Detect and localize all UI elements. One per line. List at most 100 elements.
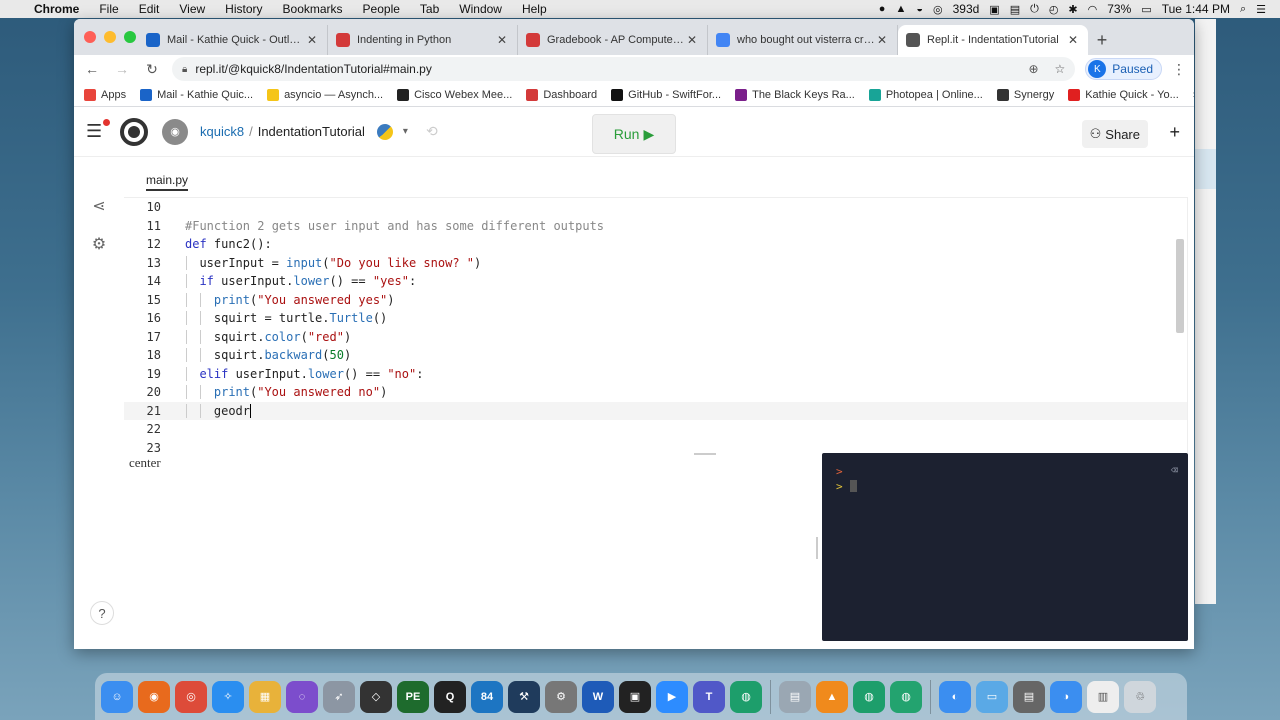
close-tab-icon[interactable]: ✕ [305, 33, 319, 47]
screenshot-icon[interactable]: ▣ [619, 680, 651, 713]
chevron-down-icon[interactable]: ▾ [403, 126, 408, 137]
code-text[interactable]: geodr [185, 403, 251, 418]
pe-app-icon[interactable]: PE [397, 680, 429, 713]
spotlight-search-icon[interactable]: ⌕ [1240, 3, 1246, 16]
back-arrow-icon[interactable]: ← [82, 61, 102, 77]
bookmarks-overflow-icon[interactable]: » [1193, 89, 1194, 101]
battery-icon[interactable]: ▭ [1141, 3, 1151, 16]
browser-tab[interactable]: Repl.it - IndentationTutorial ✕ [898, 25, 1088, 55]
calculator-84-icon[interactable]: 84 [471, 680, 503, 713]
web-app-icon[interactable]: ◍ [853, 680, 885, 713]
browser-tab[interactable]: Gradebook - AP Computer Scie...✕ [518, 25, 708, 55]
system-preferences-icon[interactable]: ⚙ [545, 680, 577, 713]
close-tab-icon[interactable]: ✕ [875, 33, 889, 47]
code-line[interactable]: 22 [124, 420, 1187, 439]
close-window-button[interactable] [84, 31, 96, 43]
sync-icon[interactable]: ◎ [933, 3, 943, 16]
folder-dark-icon[interactable]: ▤ [1013, 680, 1045, 713]
zoom-icon[interactable]: ⊕ [1028, 62, 1038, 76]
trash-icon[interactable]: ♲ [1124, 680, 1156, 713]
code-text[interactable]: userInput = input("Do you like snow? ") [185, 255, 481, 270]
zoom-window-button[interactable] [124, 31, 136, 43]
pane-resize-handle[interactable] [816, 537, 818, 559]
wifi-icon[interactable]: ◠ [1088, 3, 1098, 16]
globe-icon[interactable]: ◐ [939, 680, 971, 713]
siri-icon[interactable]: ◌ [286, 680, 318, 713]
code-line[interactable]: 17 squirt.color("red") [124, 328, 1187, 347]
bookmark-item[interactable]: Cisco Webex Mee... [397, 88, 512, 101]
xcode-icon[interactable]: ⚒ [508, 680, 540, 713]
bookmark-item[interactable]: asyncio — Asynch... [267, 88, 383, 101]
bookmark-item[interactable]: Photopea | Online... [868, 88, 983, 101]
code-editor[interactable]: 10 11 #Function 2 gets user input and has … [124, 197, 1188, 453]
vlc-icon[interactable]: ▲ [895, 3, 906, 15]
folder-icon[interactable]: ▭ [976, 680, 1008, 713]
word-icon[interactable]: W [582, 680, 614, 713]
record-icon[interactable]: ● [879, 3, 886, 15]
editor-scrollbar[interactable] [1176, 239, 1184, 333]
code-line[interactable]: 12 def func2(): [124, 235, 1187, 254]
code-line[interactable]: 13 userInput = input("Do you like snow? "… [124, 254, 1187, 273]
file-tab-main-py[interactable]: main.py [146, 173, 189, 191]
drive-icon[interactable]: ◒ [916, 3, 923, 15]
url-text[interactable]: repl.it/@kquick8/IndentationTutorial#mai… [195, 62, 432, 76]
reload-icon[interactable]: ↻ [142, 61, 162, 78]
code-text[interactable]: elif userInput.lower() == "no": [185, 366, 423, 381]
notification-center-icon[interactable]: ☰ [1256, 3, 1266, 16]
user-avatar[interactable]: ◉ [162, 118, 188, 145]
screen-icon[interactable]: ▣ [989, 3, 999, 16]
minimize-window-button[interactable] [104, 31, 116, 43]
code-line[interactable]: 16 squirt = turtle.Turtle() [124, 309, 1187, 328]
badge-count[interactable]: 393d [953, 2, 980, 16]
hamburger-menu-icon[interactable]: ☰ [86, 119, 110, 142]
teams-icon[interactable]: T [693, 680, 725, 713]
close-tab-icon[interactable]: ✕ [1066, 33, 1080, 47]
quicktime-icon[interactable]: Q [434, 680, 466, 713]
web-app-search-icon[interactable]: ◍ [890, 680, 922, 713]
app-menu[interactable]: Chrome [30, 2, 89, 16]
menu-file[interactable]: File [89, 2, 128, 16]
chrome-icon[interactable]: ◎ [175, 680, 207, 713]
code-line[interactable]: 21 geodr [124, 401, 1187, 420]
bookmark-item[interactable]: Kathie Quick - Yo... [1068, 88, 1179, 101]
code-line[interactable]: 19 elif userInput.lower() == "no": [124, 365, 1187, 384]
bookmark-item[interactable]: Dashboard [526, 88, 597, 101]
bookmark-item[interactable]: The Black Keys Ra... [735, 88, 855, 101]
python-icon[interactable] [376, 123, 393, 140]
rocket-icon[interactable]: ➶ [323, 680, 355, 713]
address-bar[interactable]: 🔒︎ repl.it/@kquick8/IndentationTutorial#… [172, 57, 1076, 81]
close-tab-icon[interactable]: ✕ [685, 33, 699, 47]
menu-people[interactable]: People [353, 2, 410, 16]
code-text[interactable]: if userInput.lower() == "yes": [185, 274, 416, 289]
replit-logo[interactable] [120, 117, 148, 146]
code-text[interactable]: squirt.backward(50) [185, 348, 351, 363]
unity-icon[interactable]: ◇ [360, 680, 392, 713]
share-nodes-icon[interactable]: ⋖ [74, 187, 124, 225]
settings-gear-icon[interactable]: ⚙ [74, 225, 124, 263]
plus-icon[interactable]: + [1169, 122, 1180, 143]
browser-tab[interactable]: who bought out visterra credit...✕ [708, 25, 898, 55]
battery-percent[interactable]: 73% [1107, 2, 1131, 16]
bookmark-item[interactable]: Apps [84, 88, 126, 101]
browser-tab[interactable]: Indenting in Python ✕ [328, 25, 518, 55]
image-app-icon[interactable]: ▤ [779, 680, 811, 713]
code-text[interactable]: print("You answered no") [185, 385, 387, 400]
bookmark-item[interactable]: Synergy [996, 88, 1054, 101]
code-line[interactable]: 20 print("You answered no") [124, 383, 1187, 402]
menu-history[interactable]: History [215, 2, 272, 16]
zoom-app-icon[interactable]: ▶ [656, 680, 688, 713]
code-line[interactable]: 14 if userInput.lower() == "yes": [124, 272, 1187, 291]
code-line[interactable]: 18 squirt.backward(50) [124, 346, 1187, 365]
browser-tab[interactable]: Mail - Kathie Quick - Outlook ✕ [138, 25, 328, 55]
menu-tab[interactable]: Tab [410, 2, 449, 16]
code-line[interactable]: 10 [124, 198, 1187, 217]
clear-console-icon[interactable]: ⌫ [1171, 463, 1178, 477]
timemachine-icon[interactable]: ◴ [1049, 3, 1059, 16]
launchpad-grid-icon[interactable]: ▦ [249, 680, 281, 713]
menu-view[interactable]: View [169, 2, 215, 16]
new-tab-button[interactable]: + [1088, 25, 1116, 55]
history-icon[interactable]: ⟲ [426, 123, 438, 140]
power-icon[interactable]: ⏻ [1030, 3, 1039, 16]
document-icon[interactable]: ▥ [1087, 680, 1119, 713]
code-text[interactable]: squirt.color("red") [185, 329, 351, 344]
